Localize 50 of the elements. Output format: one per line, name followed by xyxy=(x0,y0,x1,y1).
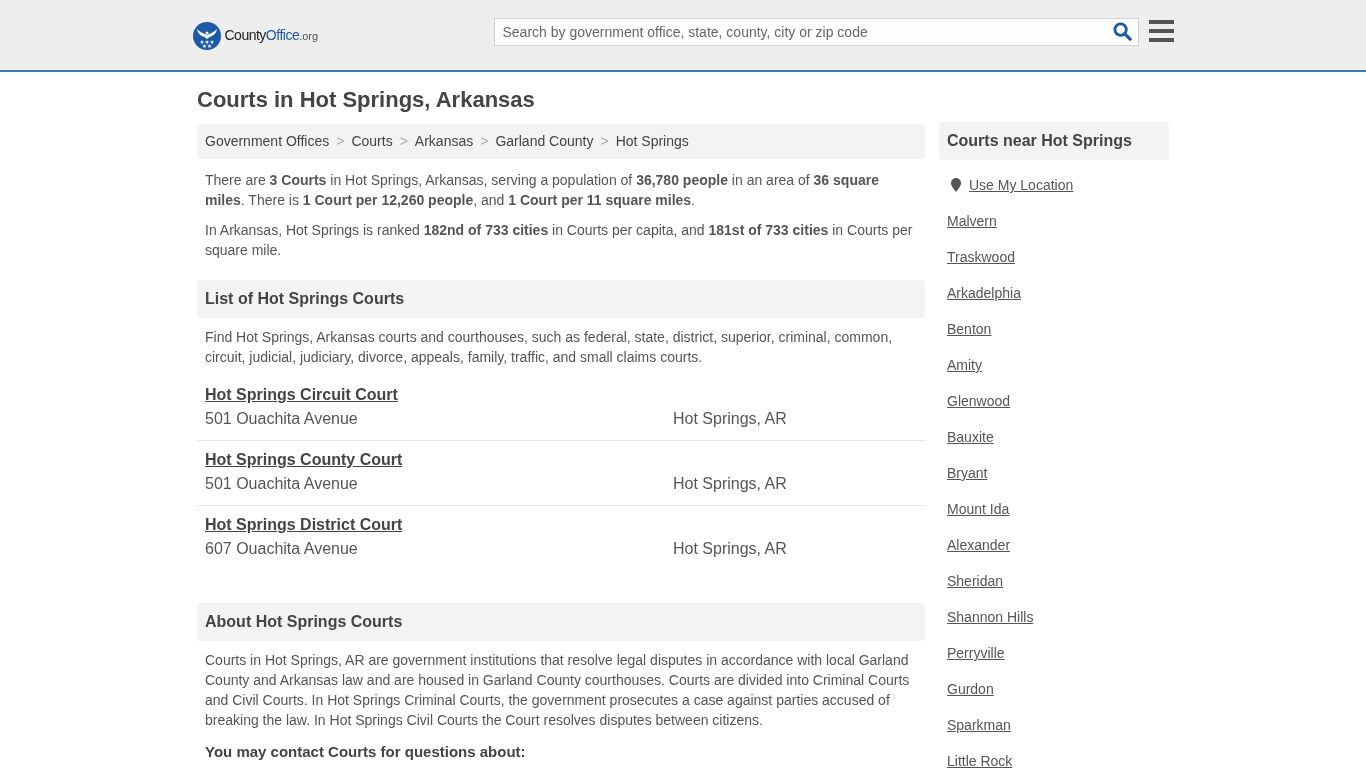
nearby-city-link[interactable]: Benton xyxy=(947,321,992,337)
contact-subheading: You may contact Courts for questions about: xyxy=(205,743,526,760)
nearby-city-link[interactable]: Gurdon xyxy=(947,681,994,697)
menu-icon[interactable] xyxy=(1148,19,1174,42)
map-pin-icon xyxy=(951,178,961,192)
breadcrumb-separator: > xyxy=(399,132,408,151)
breadcrumb-link[interactable]: Arkansas xyxy=(414,131,474,152)
court-city: Hot Springs, AR xyxy=(673,474,787,494)
nearby-city-link[interactable]: Little Rock xyxy=(947,753,1013,768)
breadcrumb-link[interactable]: Government Offices xyxy=(205,131,330,152)
site-logo-text[interactable]: CountyOffice.org xyxy=(224,25,319,46)
sidebar-heading: Courts near Hot Springs xyxy=(939,122,1169,160)
court-city: Hot Springs, AR xyxy=(673,539,787,559)
breadcrumb-separator: > xyxy=(336,132,345,151)
intro-paragraph: There are 3 Courts in Hot Springs, Arkansas, serving a population of 36,780 people in an area of 36 square miles. There is 1 Court per 12,260 people, and 1 Court per 11 square miles. xyxy=(205,171,880,210)
section-heading: List of Hot Springs Courts xyxy=(197,280,925,318)
breadcrumb-separator: > xyxy=(600,132,609,151)
breadcrumb-link[interactable]: Courts xyxy=(351,131,393,152)
nearby-city-link[interactable]: Mount Ida xyxy=(947,501,1010,517)
breadcrumb-link[interactable]: Garland County xyxy=(495,131,594,152)
nearby-city-link[interactable]: Traskwood xyxy=(947,249,1015,265)
nearby-city-link[interactable]: Sparkman xyxy=(947,717,1011,733)
breadcrumb-link[interactable]: Hot Springs xyxy=(615,131,689,152)
nearby-city-link[interactable]: Bryant xyxy=(947,465,988,481)
nearby-city-link[interactable]: Glenwood xyxy=(947,393,1011,409)
eagle-emblem-icon[interactable] xyxy=(192,21,221,50)
court-address: 501 Ouachita Avenue xyxy=(205,475,358,492)
nearby-city-link[interactable]: Arkadelphia xyxy=(947,285,1021,301)
nearby-city-link[interactable]: Malvern xyxy=(947,213,997,229)
nearby-city-link[interactable]: Amity xyxy=(947,357,982,373)
nearby-city-link[interactable]: Alexander xyxy=(947,537,1011,553)
court-name-link[interactable]: Hot Springs Circuit Court xyxy=(205,386,398,403)
use-my-location-link[interactable]: Use My Location xyxy=(969,177,1074,193)
nearby-city-link[interactable]: Sheridan xyxy=(947,573,1004,589)
court-address: 607 Ouachita Avenue xyxy=(205,540,358,557)
section-description: Find Hot Springs, Arkansas courts and courthouses, such as federal, state, district, superior, criminal, common, circuit, judicial, judiciary, divorce, appeals, family, traffic, and small claims courts. xyxy=(204,328,894,367)
court-name-link[interactable]: Hot Springs County Court xyxy=(205,451,403,468)
search-field[interactable]: Search by government office, state, county, city or zip code xyxy=(493,17,1139,46)
nearby-city-link[interactable]: Shannon Hills xyxy=(947,609,1034,625)
court-city: Hot Springs, AR xyxy=(673,409,787,429)
intro-paragraph: In Arkansas, Hot Springs is ranked 182nd of 733 cities in Courts per capita, and 181st of 733 cities in Courts per square mile. xyxy=(205,221,914,260)
about-paragraph: Courts in Hot Springs, AR are government institutions that resolve legal disputes in accordance with local Garland County and Arkansas law and are housed in Garland County courthouses. Courts are divided into Criminal Courts and Civil Courts. In Hot Springs Criminal Courts, the government prosecutes a case against parties accused of breaking the law. In Hot Springs Civil Courts the Court resolves disputes between citizens. xyxy=(204,651,911,730)
nearby-city-link[interactable]: Bauxite xyxy=(947,429,994,445)
court-address: 501 Ouachita Avenue xyxy=(205,410,358,427)
page-title: Courts in Hot Springs, Arkansas xyxy=(197,86,536,114)
section-heading: About Hot Springs Courts xyxy=(197,603,925,641)
breadcrumb-separator: > xyxy=(480,132,489,151)
nearby-city-link[interactable]: Perryville xyxy=(947,645,1005,661)
search-icon[interactable] xyxy=(1112,21,1132,41)
court-name-link[interactable]: Hot Springs District Court xyxy=(205,516,403,533)
